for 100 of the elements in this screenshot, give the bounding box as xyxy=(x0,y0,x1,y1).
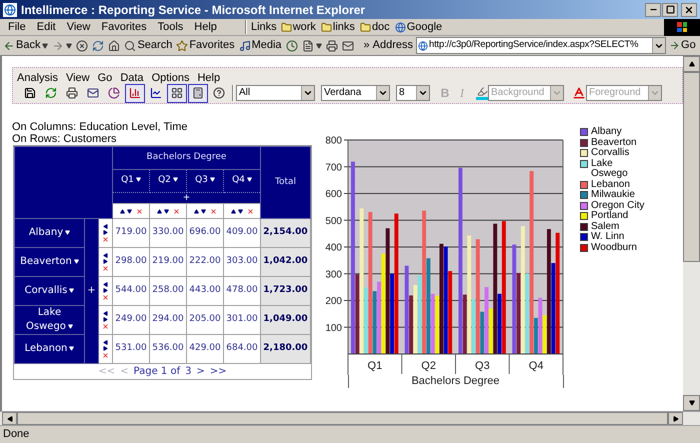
toolbar-button[interactable] xyxy=(52,40,72,52)
font-select[interactable]: Verdana xyxy=(321,85,390,101)
address-field[interactable]: http://c3p0/ReportingService/index.aspx?SELECT% xyxy=(416,37,666,54)
row-header[interactable]: Corvallis xyxy=(14,276,84,306)
toolbar-button[interactable] xyxy=(286,40,298,52)
sort-down-icon[interactable] xyxy=(200,208,206,214)
browser-logo-icon xyxy=(3,2,17,16)
move-left-icon[interactable] xyxy=(103,340,108,344)
move-right-icon[interactable] xyxy=(103,316,108,322)
toolbar-button[interactable] xyxy=(92,40,104,52)
legend-label: Lake Oswego xyxy=(591,158,629,180)
menu-item[interactable]: Analysis xyxy=(17,70,58,84)
sort-up-icon[interactable] xyxy=(120,208,124,214)
scroll-thumb[interactable] xyxy=(683,72,700,262)
menu-item[interactable]: Options xyxy=(152,70,190,84)
remove-icon[interactable] xyxy=(102,236,109,242)
toolbar-button[interactable] xyxy=(302,40,322,52)
toolbar-button[interactable]: Search xyxy=(124,37,172,54)
menu-item[interactable]: Edit xyxy=(36,18,56,36)
menu-item[interactable]: View xyxy=(66,70,90,84)
menu-item[interactable]: Favorites xyxy=(101,18,147,36)
menu-item[interactable]: Go xyxy=(98,70,112,84)
link-button[interactable]: links xyxy=(320,18,355,36)
move-right-icon[interactable] xyxy=(103,258,108,264)
move-left-icon[interactable] xyxy=(103,282,108,286)
remove-icon[interactable] xyxy=(102,352,109,358)
y-tick-label: 600 xyxy=(325,189,342,200)
row-header[interactable]: Albany xyxy=(14,218,84,248)
scroll-down-button[interactable] xyxy=(683,395,700,411)
caret-icon[interactable] xyxy=(42,42,48,48)
close-button[interactable] xyxy=(681,2,697,16)
remove-icon[interactable] xyxy=(102,322,109,330)
menu-item[interactable]: Help xyxy=(197,70,220,84)
sort-down-icon[interactable] xyxy=(164,208,168,214)
menu-item[interactable]: File xyxy=(8,18,26,36)
size-select[interactable]: 8 xyxy=(396,85,430,101)
sort-up-icon[interactable] xyxy=(230,208,236,214)
link-button[interactable]: work xyxy=(280,18,316,36)
sort-down-icon[interactable] xyxy=(238,208,242,214)
move-left-icon[interactable] xyxy=(103,310,108,316)
scroll-left-button[interactable] xyxy=(2,412,17,425)
grid-tool[interactable] xyxy=(167,84,187,102)
row-header[interactable]: Lake Oswego xyxy=(14,306,84,334)
expand-rows-button[interactable]: + xyxy=(87,285,96,296)
pager-link[interactable]: >> xyxy=(210,364,227,379)
row-header[interactable]: Lebanon xyxy=(14,334,84,364)
total-cell: 2,154.00 xyxy=(260,218,310,248)
sort-down-icon[interactable] xyxy=(126,208,132,214)
sort-up-icon[interactable] xyxy=(156,208,162,214)
move-right-icon[interactable] xyxy=(103,230,108,234)
remove-icon[interactable] xyxy=(136,208,142,214)
remove-icon[interactable] xyxy=(102,264,109,272)
toolbar-button[interactable] xyxy=(342,40,354,52)
menu-item[interactable]: View xyxy=(66,18,90,36)
column-header[interactable]: Q3 xyxy=(186,170,224,192)
vertical-scrollbar[interactable] xyxy=(683,56,700,411)
link-button[interactable]: doc xyxy=(360,18,390,36)
move-right-icon[interactable] xyxy=(103,346,108,350)
sort-up-icon[interactable] xyxy=(194,208,198,214)
row-header[interactable]: Beaverton xyxy=(14,248,84,276)
move-left-icon[interactable] xyxy=(103,224,108,228)
maximize-button[interactable] xyxy=(662,2,678,16)
minimize-button[interactable] xyxy=(645,2,661,16)
pager-link[interactable]: > xyxy=(196,364,205,379)
scroll-thumb[interactable] xyxy=(17,412,668,425)
menu-item[interactable]: Help xyxy=(194,18,217,36)
move-right-icon[interactable] xyxy=(103,288,108,292)
remove-icon[interactable] xyxy=(172,208,180,214)
column-header[interactable]: Q4 xyxy=(224,170,260,192)
calculator-tool[interactable] xyxy=(188,84,208,102)
move-left-icon[interactable] xyxy=(103,252,108,258)
toolbar-button[interactable] xyxy=(76,40,88,52)
toolbar-button[interactable]: Media xyxy=(238,37,282,54)
filter-select[interactable]: All xyxy=(236,85,315,101)
link-button[interactable]: Google xyxy=(394,18,442,36)
horizontal-scrollbar[interactable] xyxy=(0,411,700,426)
menu-item[interactable]: Tools xyxy=(158,18,184,36)
star-icon xyxy=(176,40,188,52)
column-header[interactable]: Q1 xyxy=(112,170,150,192)
toolbar-button[interactable]: Favorites xyxy=(176,37,235,54)
total-cell: 1,042.00 xyxy=(260,248,310,276)
remove-icon[interactable] xyxy=(210,208,216,214)
remove-icon[interactable] xyxy=(102,294,109,300)
caret-icon[interactable] xyxy=(316,42,322,48)
scroll-right-button[interactable] xyxy=(668,412,683,425)
folder-icon xyxy=(280,22,292,32)
column-header[interactable]: Q2 xyxy=(150,170,186,192)
go-button[interactable]: Go xyxy=(669,37,696,54)
scroll-up-button[interactable] xyxy=(683,56,700,72)
remove-icon[interactable] xyxy=(246,208,254,214)
expand-columns-button[interactable]: + xyxy=(182,193,190,203)
caret-icon[interactable] xyxy=(66,42,72,48)
pager-link[interactable]: 3 xyxy=(185,364,192,379)
menu-item[interactable]: Data xyxy=(120,70,144,84)
bar-chart-tool[interactable] xyxy=(125,84,145,102)
toolbar-button[interactable] xyxy=(326,40,338,52)
overflow-chevron[interactable]: » xyxy=(364,37,370,54)
toolbar-button[interactable] xyxy=(108,40,120,52)
value-cell: 258.00 xyxy=(150,276,186,306)
toolbar-button[interactable]: Back xyxy=(3,37,48,54)
